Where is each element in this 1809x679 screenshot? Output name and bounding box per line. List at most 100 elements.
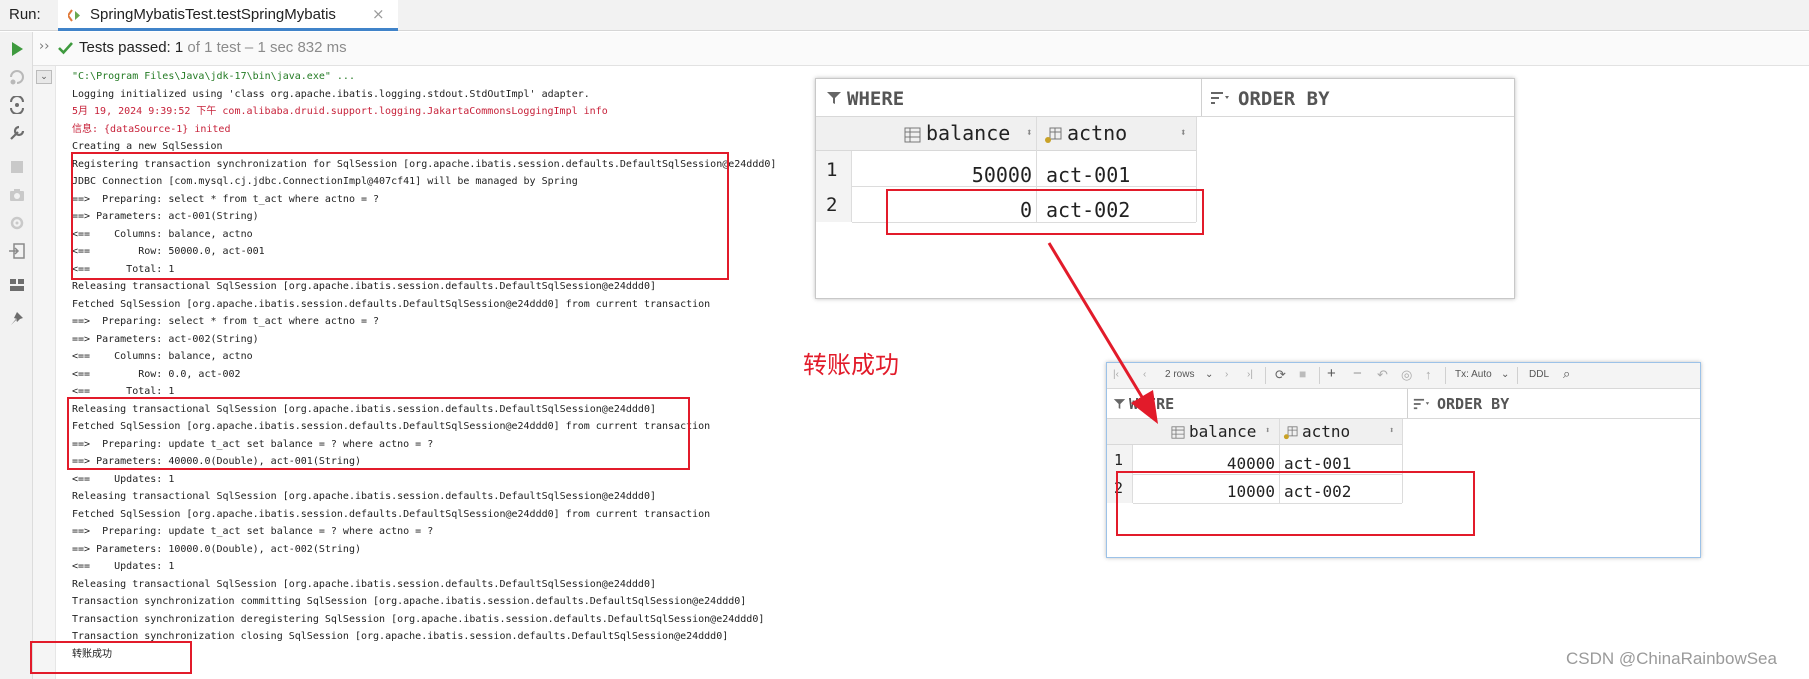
column-header-actno[interactable]: actno [1067,121,1127,145]
highlight-box-before-row [886,189,1204,235]
console-line: <== Updates: 1 [72,473,175,485]
console-line: <== Columns: balance, actno [72,351,253,362]
next-page-icon[interactable]: › [1225,369,1228,380]
console-line: Releasing transactional SqlSession [org.… [72,578,656,590]
run-toolstrip [0,32,33,679]
check-icon [58,42,73,55]
rows-count[interactable]: 2 rows [1165,369,1194,380]
console-line: Transaction synchronization deregisterin… [72,613,765,625]
submit-icon[interactable]: ↑ [1425,367,1432,382]
column-header-actno[interactable]: actno [1302,422,1350,441]
layout-icon[interactable] [8,276,26,294]
filter-icon [1113,399,1126,409]
console-line: ==> Parameters: act-002(String) [72,333,259,345]
console-line: ==> Parameters: 10000.0(Double), act-002… [72,543,361,555]
sort-arrows-icon[interactable]: ⬍ [1026,126,1033,139]
tests-passed-detail: of 1 test – 1 sec 832 ms [183,39,347,56]
run-config-tab[interactable]: SpringMybatisTest.testSpringMybatis × [58,0,398,31]
cell-actno[interactable]: act-001 [1046,163,1130,187]
last-page-icon[interactable]: ›| [1247,369,1253,380]
tests-passed-count: Tests passed: 1 [79,39,184,56]
expand-arrows-icon[interactable]: ›› [39,39,49,54]
order-by-label[interactable]: ORDER BY [1238,88,1330,110]
console-line: Fetched SqlSession [org.apache.ibatis.se… [72,298,711,310]
row-number: 2 [826,194,838,216]
grid-toolbar: |‹ ‹ 2 rows ⌄ › ›| ⟳ ■ + − ↶ ◎ ↑ Tx: Aut… [1107,363,1700,389]
pin-icon[interactable] [8,310,26,328]
stop-query-icon[interactable]: ■ [1299,367,1306,381]
key-column-icon [1045,127,1062,143]
test-config-icon [68,9,80,22]
search-icon[interactable]: ⌕ [1563,366,1570,382]
prev-page-icon[interactable]: ‹ [1143,369,1146,380]
toolbar-divider [1265,367,1266,384]
toolbar-divider [1319,367,1320,384]
console-line: Transaction synchronization committing S… [72,596,747,607]
filter-bar: WHERE ORDER BY [816,79,1514,117]
console-line: Fetched SqlSession [org.apache.ibatis.se… [72,508,711,520]
console-line: "C:\Program Files\Java\jdk-17\bin\java.e… [72,71,355,82]
console-line: ==> Preparing: update t_act set balance … [72,526,434,537]
close-tab-icon[interactable]: × [372,5,385,23]
console-gutter: ⌄ [33,66,56,679]
console-line: Releasing transactional SqlSession [org.… [72,491,656,502]
rerun-failed-icon[interactable] [8,68,26,86]
column-table-icon [904,127,921,143]
filter-bar: WHERE ORDER BY [1107,389,1700,419]
run-tab-bar: Run: SpringMybatisTest.testSpringMybatis… [0,0,1809,31]
filter-divider [1201,79,1202,116]
debug-settings-icon[interactable] [8,214,26,232]
rows-dropdown-icon[interactable]: ⌄ [1205,369,1213,380]
console-line: Releasing transactional SqlSession [org.… [72,281,656,292]
import-tests-icon[interactable] [8,242,26,260]
column-header-balance[interactable]: balance [926,121,1010,145]
key-column-icon [1283,426,1298,440]
run-label: Run: [9,6,41,23]
console-line: 信息: {dataSource-1} inited [72,123,231,135]
filter-icon [827,92,841,104]
revert-icon[interactable]: ↶ [1377,367,1388,383]
watermark: CSDN @ChinaRainbowSea [1566,649,1777,668]
console-line: ==> Preparing: select * from t_act where… [72,316,380,327]
screenshot-icon[interactable] [8,186,26,204]
order-by-label[interactable]: ORDER BY [1437,395,1509,413]
refresh-icon[interactable]: ⟳ [1275,367,1286,383]
row-divider [852,186,1196,187]
highlight-box-query [71,152,729,280]
test-status-bar: ›› Tests passed: 1 of 1 test – 1 sec 832… [33,32,1809,66]
row-number: 1 [1114,451,1124,469]
column-header-balance[interactable]: balance [1189,422,1256,441]
toolbar-divider [1517,367,1518,384]
column-table-icon [1171,426,1185,439]
first-page-icon[interactable]: |‹ [1113,369,1119,380]
toggle-autotest-icon[interactable] [8,96,26,114]
settings-wrench-icon[interactable] [8,124,26,142]
tests-passed-text: Tests passed: 1 of 1 test – 1 sec 832 ms [79,39,347,56]
sort-icon [1211,92,1229,104]
sort-icon [1413,398,1430,410]
filter-divider [1407,389,1408,418]
tx-mode[interactable]: Tx: Auto [1455,369,1492,380]
add-row-icon[interactable]: + [1327,365,1336,382]
annotation-transfer-success: 转账成功 [803,351,899,379]
highlight-box-result [30,641,192,674]
tx-dropdown-icon[interactable]: ⌄ [1501,369,1509,380]
row-number: 1 [826,159,838,181]
sort-arrows-icon[interactable]: ⬍ [1265,426,1270,436]
delete-row-icon[interactable]: − [1353,365,1362,382]
console-line: <== Updates: 1 [72,561,175,572]
preview-icon[interactable]: ◎ [1401,367,1412,383]
cell-balance[interactable]: 50000 [926,163,1032,187]
collapse-chevron-icon[interactable]: ⌄ [36,70,52,84]
rerun-icon[interactable] [8,40,26,58]
where-label[interactable]: WHERE [847,88,904,110]
sort-arrows-icon[interactable]: ⬍ [1180,126,1187,139]
ddl-button[interactable]: DDL [1529,369,1549,380]
highlight-box-after-row [1116,471,1475,536]
highlight-box-update [67,397,690,470]
console-line: 5月 19, 2024 9:39:52 下午 com.alibaba.druid… [72,106,608,117]
sort-arrows-icon[interactable]: ⬍ [1389,426,1394,436]
stop-icon[interactable] [8,158,26,176]
console-line: Logging initialized using 'class org.apa… [72,88,590,100]
where-label[interactable]: WHERE [1129,395,1174,413]
